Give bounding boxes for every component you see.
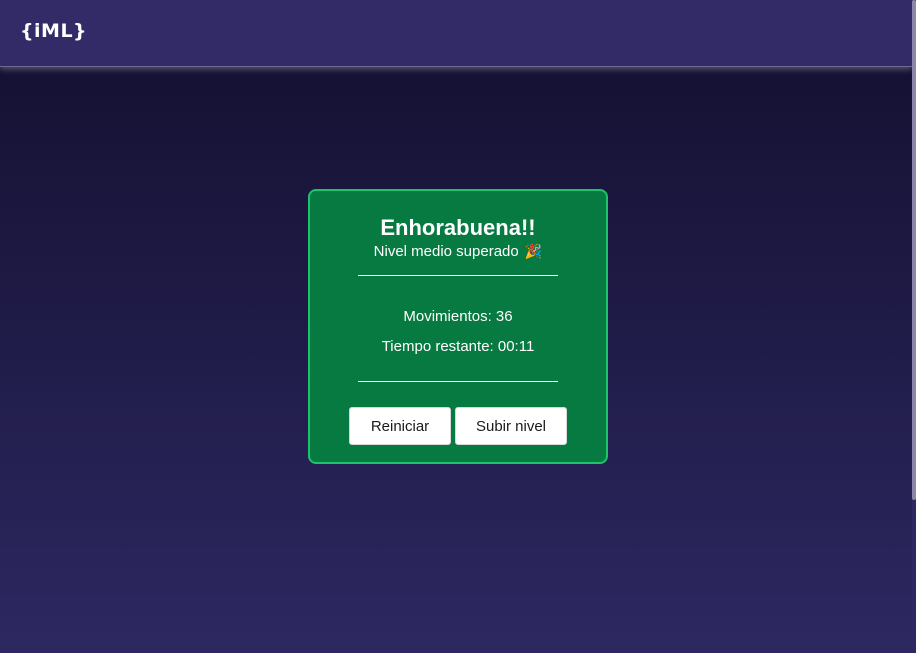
divider-top bbox=[358, 275, 558, 276]
dialog-title: Enhorabuena!! bbox=[380, 215, 536, 240]
subtitle-text: Nivel medio superado bbox=[373, 243, 519, 260]
scrollbar[interactable] bbox=[912, 0, 916, 653]
restart-button[interactable]: Reiniciar bbox=[349, 407, 451, 445]
moves-count: Movimientos: 36 bbox=[403, 308, 513, 325]
dialog-subtitle: Nivel medio superado 🎉 bbox=[310, 242, 606, 262]
top-navbar: {iML} bbox=[0, 0, 912, 67]
scrollbar-thumb[interactable] bbox=[912, 0, 916, 500]
next-level-button[interactable]: Subir nivel bbox=[455, 407, 567, 445]
dialog-actions: Reiniciar Subir nivel bbox=[310, 407, 606, 445]
time-remaining: Tiempo restante: 00:11 bbox=[381, 338, 535, 355]
logo[interactable]: {iML} bbox=[20, 20, 87, 42]
level-complete-dialog: Enhorabuena!! Nivel medio superado 🎉 Mov… bbox=[308, 189, 608, 464]
party-popper-icon: 🎉 bbox=[524, 244, 543, 260]
stats-block: Movimientos: 36 Tiempo restante: 00:11 bbox=[310, 302, 606, 362]
divider-bottom bbox=[358, 381, 558, 382]
